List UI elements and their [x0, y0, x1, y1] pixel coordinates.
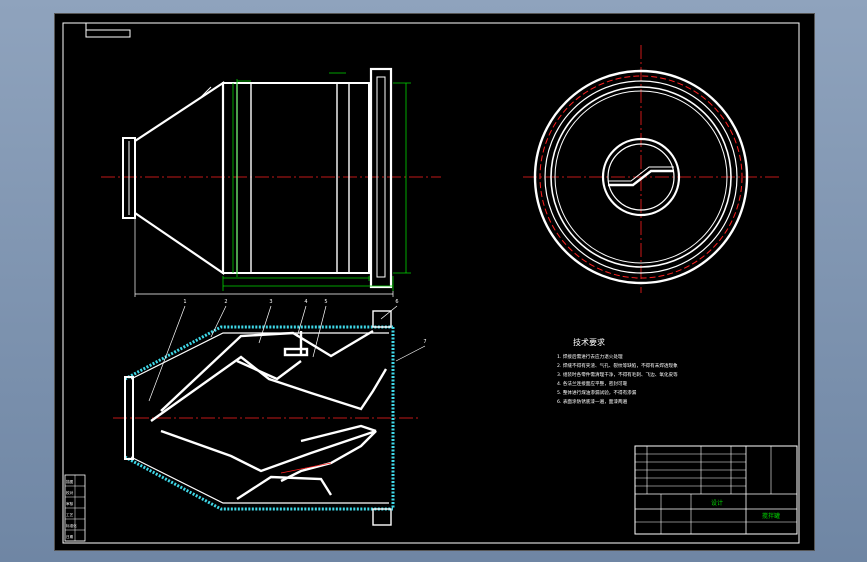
title-block: 设计 搅拌罐: [634, 445, 798, 535]
part-number-label: 5: [324, 299, 327, 305]
part-number-label: 4: [304, 299, 307, 305]
part-number-label: 2: [224, 299, 227, 305]
end-view-circles: [523, 45, 779, 293]
strip-label: 校对: [66, 490, 74, 495]
front-elevation-view: [101, 67, 441, 297]
part-number-label: 3: [269, 299, 272, 305]
cad-viewport: 技术要求 1. 焊接后需进行去应力退火处理 2. 焊缝不得有夹渣、气孔、裂纹等缺陷…: [0, 0, 867, 562]
drawing-sheet: 技术要求 1. 焊接后需进行去应力退火处理 2. 焊缝不得有夹渣、气孔、裂纹等缺陷…: [54, 13, 815, 551]
strip-label: 审核: [66, 501, 74, 506]
outlet-flange: [369, 67, 393, 289]
technical-requirements: 技术要求 1. 焊接后需进行去应力退火处理 2. 焊缝不得有夹渣、气孔、裂纹等缺陷…: [557, 337, 678, 405]
internal-blades: [150, 329, 388, 501]
corner-label-box: [85, 23, 131, 38]
strip-label: 标准化: [66, 523, 77, 528]
title-block-company: 设计: [711, 499, 723, 507]
strip-label: 描图: [66, 479, 74, 484]
tech-req-line: 6. 表面涂防锈底漆一遍，面漆两遍: [557, 398, 628, 405]
part-leaders: [148, 305, 426, 402]
tech-req-line: 3. 组装时各零件需清理干净，不得有毛刺、飞边、氧化皮等: [557, 371, 678, 378]
part-number-label: 1: [183, 299, 186, 305]
strip-label: 日期: [66, 534, 74, 539]
tech-req-title: 技术要求: [573, 337, 605, 347]
strip-label: 工艺: [66, 512, 74, 517]
part-number-label: 7: [423, 339, 426, 345]
tech-req-line: 2. 焊缝不得有夹渣、气孔、裂纹等缺陷，不得有未焊透现象: [557, 362, 678, 369]
part-number-label: 6: [395, 299, 398, 305]
section-view: [113, 305, 426, 526]
part-number-labels: 1 2 3 4 5 6 7: [183, 299, 426, 345]
section-shell-lower: [124, 455, 393, 511]
conical-hopper: [134, 80, 225, 276]
tech-req-line: 4. 各法兰连接面应平整，密封可靠: [557, 380, 628, 387]
title-block-drawing-name: 搅拌罐: [762, 512, 780, 520]
tech-req-line: 5. 整体进行煤油渗漏试验，不得有渗漏: [557, 389, 637, 396]
left-approval-strip: 描图校对审核工艺标准化日期: [64, 474, 86, 542]
cylinder-shell: [222, 82, 370, 274]
cad-drawing: 技术要求 1. 焊接后需进行去应力退火处理 2. 焊缝不得有夹渣、气孔、裂纹等缺陷…: [62, 22, 800, 544]
tech-req-line: 1. 焊接后需进行去应力退火处理: [557, 353, 623, 360]
